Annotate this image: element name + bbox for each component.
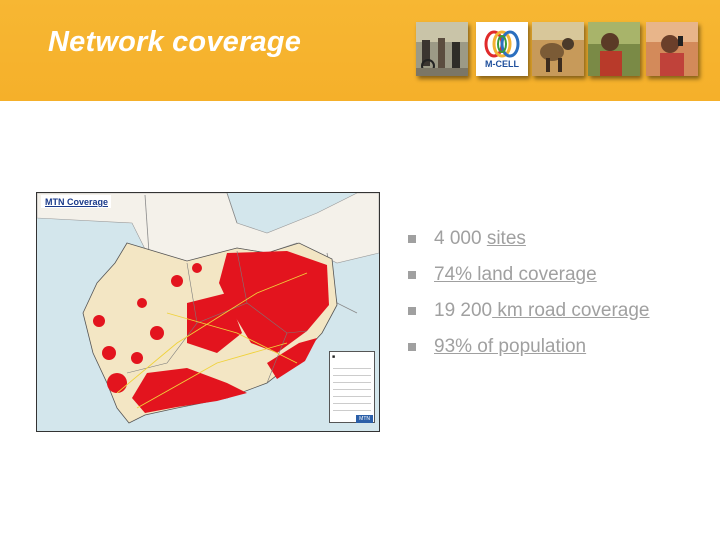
stat-road-coverage: 19 200 km road coverage	[408, 300, 649, 336]
stat-text: 19 200	[434, 300, 493, 321]
coverage-map: MTN Coverage ■ MTN	[36, 192, 380, 432]
mcell-logo-text: M-CELL	[485, 59, 519, 69]
mcell-logo: M-CELL	[476, 22, 528, 76]
stat-population: 93% of population	[408, 336, 649, 372]
stat-land-coverage: 74% land coverage	[408, 264, 649, 300]
legend-title-mark: ■	[332, 354, 336, 360]
bullet-square-icon	[408, 343, 416, 351]
map-title: MTN Coverage	[45, 197, 109, 207]
stat-link[interactable]: sites	[487, 228, 526, 249]
stat-link[interactable]: 93% of population	[434, 336, 586, 357]
legend-row	[333, 405, 371, 411]
bullet-square-icon	[408, 271, 416, 279]
header-bar: Network coverage M-CELL	[0, 0, 720, 101]
legend-row	[333, 377, 371, 383]
stat-link[interactable]: km road coverage	[492, 300, 649, 321]
stat-sites: 4 000 sites	[408, 228, 649, 264]
slide-title: Network coverage	[48, 26, 302, 58]
stat-text: 4 000	[434, 228, 487, 249]
map-legend: ■	[329, 351, 375, 423]
legend-row	[333, 370, 371, 376]
photo-safari	[532, 22, 584, 76]
stat-link[interactable]: 74% land coverage	[434, 264, 597, 285]
photo-man-outdoors	[588, 22, 640, 76]
map-corner-label: MTN	[356, 415, 373, 423]
bullet-square-icon	[408, 235, 416, 243]
bullet-square-icon	[408, 307, 416, 315]
legend-row	[333, 363, 371, 369]
photo-people-street	[416, 22, 468, 76]
legend-row	[333, 384, 371, 390]
legend-row	[333, 391, 371, 397]
legend-row	[333, 398, 371, 404]
photo-woman-phone	[646, 22, 698, 76]
stats-list: 4 000 sites 74% land coverage 19 200 km …	[408, 228, 649, 372]
